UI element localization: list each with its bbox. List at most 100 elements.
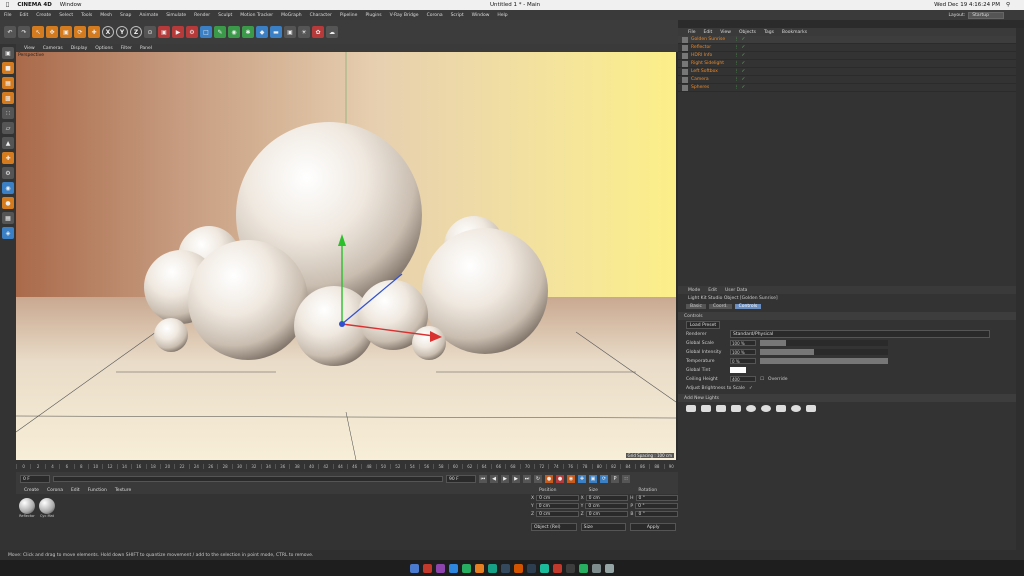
visibility-icon[interactable]: ⋮ — [734, 37, 739, 42]
object-row-right-sidelight[interactable]: Right Sidelight ⋮ ✓ — [678, 60, 1016, 68]
position-z-field[interactable]: 0 cm — [536, 511, 579, 517]
menu-window[interactable]: Window — [472, 13, 490, 18]
go-to-end-icon[interactable]: ⏭ — [523, 475, 531, 483]
play-icon[interactable]: ▶ — [501, 475, 509, 483]
viewport-menu-filter[interactable]: Filter — [121, 46, 132, 51]
y-axis-lock-icon[interactable]: Y — [116, 26, 128, 38]
object-menu-file[interactable]: File — [688, 30, 696, 35]
points-mode-icon[interactable]: ∷ — [2, 107, 14, 119]
cloud-light-icon[interactable] — [806, 405, 816, 412]
position-key-icon[interactable]: ✚ — [578, 475, 586, 483]
object-row-camera[interactable]: Camera ⋮ ✓ — [678, 76, 1016, 84]
viewport-perspective[interactable]: Perspective Grid Spacing : 100 cm — [16, 52, 676, 460]
menu-mesh[interactable]: Mesh — [100, 13, 112, 18]
enabled-check-icon[interactable]: ✓ — [742, 69, 746, 74]
material-cyc[interactable]: Cyc Mat — [38, 498, 56, 522]
material-reflector[interactable]: Reflector — [18, 498, 36, 522]
global-scale-field[interactable]: 100 % — [730, 340, 756, 346]
size-y-field[interactable]: 0 cm — [585, 503, 629, 509]
cloner-icon[interactable]: ✱ — [242, 26, 254, 38]
menu-simulate[interactable]: Simulate — [166, 13, 186, 18]
planar-workplane-icon[interactable]: ▦ — [2, 212, 14, 224]
adjust-brightness-checkbox[interactable]: ✓ — [749, 386, 753, 391]
material-menu-corona[interactable]: Corona — [47, 488, 63, 493]
floor-icon[interactable]: ▬ — [270, 26, 282, 38]
visibility-icon[interactable]: ⋮ — [734, 45, 739, 50]
parameter-key-icon[interactable]: P — [611, 475, 619, 483]
pen-icon[interactable]: ✎ — [214, 26, 226, 38]
app-icon[interactable] — [475, 563, 484, 573]
viewport-menu-options[interactable]: Options — [95, 46, 112, 51]
tab-basic[interactable]: Basic — [686, 303, 706, 309]
attribute-menu-mode[interactable]: Mode — [688, 288, 700, 293]
start-frame-field[interactable]: 0 F — [20, 475, 50, 483]
spot-light-icon[interactable] — [791, 405, 801, 412]
softbox-light-icon[interactable] — [686, 405, 696, 412]
menu-animate[interactable]: Animate — [139, 13, 158, 18]
clock[interactable]: Wed Dec 19 4:16:24 PM — [934, 2, 1000, 8]
load-preset-button[interactable]: Load Preset — [686, 321, 720, 329]
recent-tool-icon[interactable]: ✚ — [88, 26, 100, 38]
previous-frame-icon[interactable]: ◀ — [490, 475, 498, 483]
scale-icon[interactable]: ▣ — [60, 26, 72, 38]
undo-icon[interactable]: ↶ — [4, 26, 16, 38]
object-menu-bookmarks[interactable]: Bookmarks — [782, 30, 807, 35]
attribute-menu-user-data[interactable]: User Data — [725, 288, 747, 293]
z-axis-lock-icon[interactable]: Z — [130, 26, 142, 38]
rotation-b-field[interactable]: 0 ° — [635, 511, 679, 517]
material-menu-create[interactable]: Create — [24, 488, 39, 493]
vray-icon[interactable]: ☁ — [326, 26, 338, 38]
material-menu-function[interactable]: Function — [88, 488, 107, 493]
polygons-mode-icon[interactable]: ▲ — [2, 137, 14, 149]
app-icon[interactable] — [514, 563, 523, 573]
object-menu-edit[interactable]: Edit — [704, 30, 713, 35]
light-icon[interactable]: ☀ — [298, 26, 310, 38]
move-icon[interactable]: ✥ — [46, 26, 58, 38]
sculpt-icon[interactable]: ◈ — [2, 227, 14, 239]
global-tint-swatch[interactable] — [730, 367, 746, 373]
viewport-menu-panel[interactable]: Panel — [140, 46, 152, 51]
move-gizmo[interactable] — [16, 52, 676, 460]
keyframe-selection-icon[interactable]: ◉ — [567, 475, 575, 483]
cube-icon[interactable]: □ — [200, 26, 212, 38]
object-row-left-softbox[interactable]: Left Softbox ⋮ ✓ — [678, 68, 1016, 76]
visibility-icon[interactable]: ⋮ — [734, 85, 739, 90]
finder-icon[interactable] — [410, 563, 419, 573]
menu-snap[interactable]: Snap — [120, 13, 131, 18]
autokey-icon[interactable]: ● — [556, 475, 564, 483]
menu-script[interactable]: Script — [451, 13, 464, 18]
menu-create[interactable]: Create — [36, 13, 51, 18]
coord-mode-select[interactable]: Object (Rel) — [531, 523, 577, 531]
app-icon[interactable] — [423, 563, 432, 573]
visibility-icon[interactable]: ⋮ — [734, 69, 739, 74]
rotation-p-field[interactable]: 0 ° — [635, 503, 678, 509]
edges-mode-icon[interactable]: ▱ — [2, 122, 14, 134]
enabled-check-icon[interactable]: ✓ — [742, 61, 746, 66]
tab-controls[interactable]: Controls — [734, 303, 762, 309]
rotation-h-field[interactable]: 0 ° — [635, 495, 678, 501]
object-menu-tags[interactable]: Tags — [764, 30, 774, 35]
lock-workplane-icon[interactable]: ● — [2, 197, 14, 209]
trash-icon[interactable] — [605, 563, 614, 573]
object-row-hdri[interactable]: HDRI Info ⋮ ✓ — [678, 52, 1016, 60]
menu-character[interactable]: Character — [310, 13, 332, 18]
temperature-field[interactable]: 0 % — [730, 358, 756, 364]
app-icon[interactable] — [436, 563, 445, 573]
model-mode-icon[interactable]: ■ — [2, 62, 14, 74]
end-frame-field[interactable]: 90 F — [446, 475, 476, 483]
x-axis-lock-icon[interactable]: X — [102, 26, 114, 38]
app-icon[interactable] — [540, 563, 549, 573]
attribute-menu-edit[interactable]: Edit — [708, 288, 717, 293]
timeline-ruler[interactable]: 0 2 4 6 8 10 12 14 16 18 20 22 24 26 28 30 32 34 36 38 40 42 4… — [16, 460, 678, 472]
panel-light-icon[interactable] — [776, 405, 786, 412]
beauty-dish-icon[interactable] — [716, 405, 726, 412]
coordinate-system-icon[interactable]: ⊙ — [144, 26, 156, 38]
size-z-field[interactable]: 0 cm — [585, 511, 629, 517]
menu-mograph[interactable]: MoGraph — [281, 13, 301, 18]
app-icon[interactable] — [449, 563, 458, 573]
enabled-check-icon[interactable]: ✓ — [742, 53, 746, 58]
texture-mode-icon[interactable]: ▦ — [2, 77, 14, 89]
record-icon[interactable]: ● — [545, 475, 553, 483]
size-mode-select[interactable]: Size — [580, 523, 627, 531]
position-y-field[interactable]: 0 cm — [535, 503, 579, 509]
